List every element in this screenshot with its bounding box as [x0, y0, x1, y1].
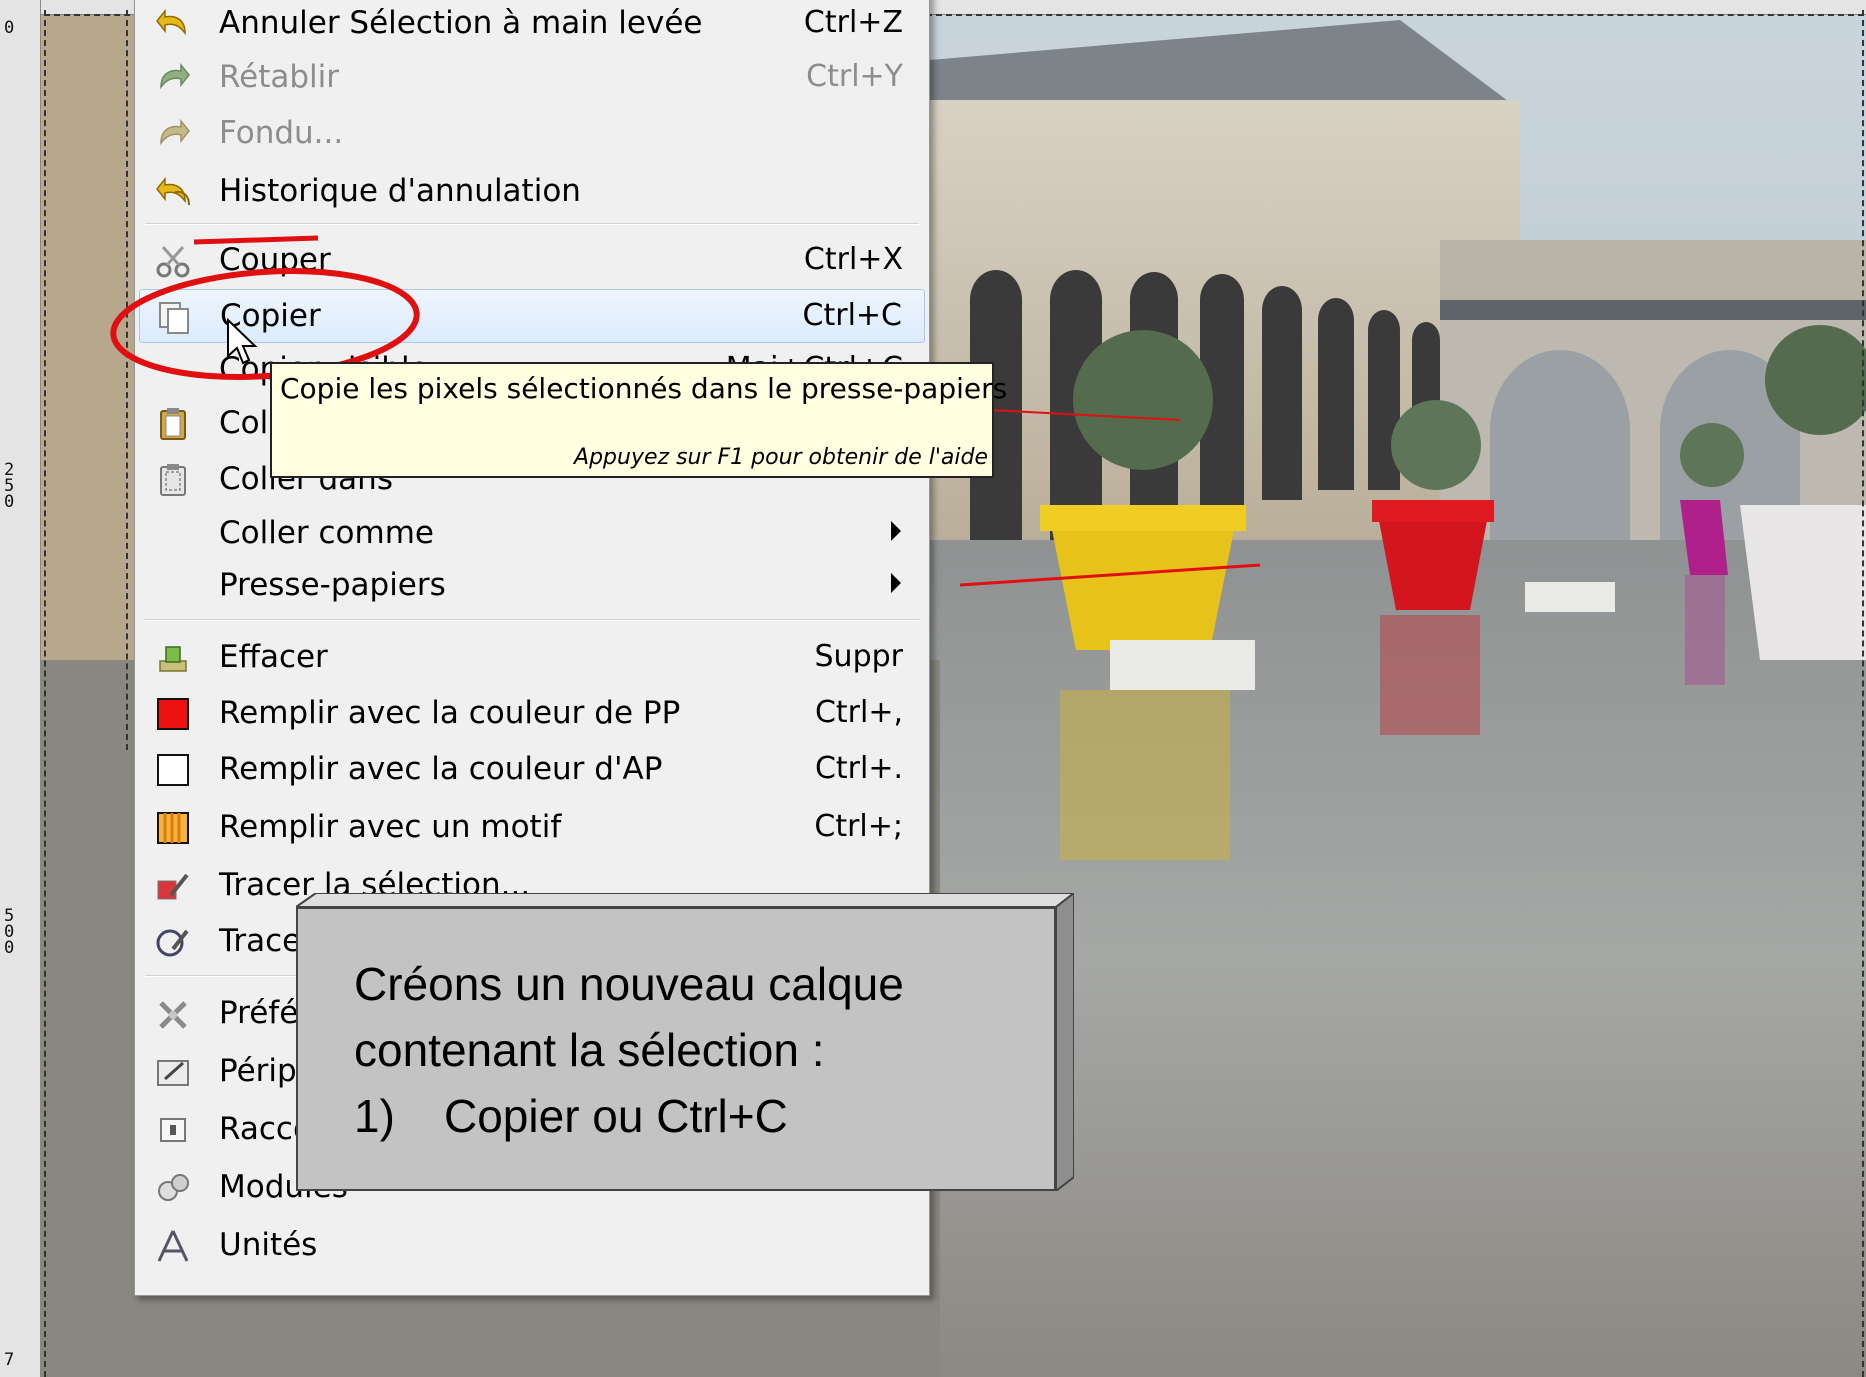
tooltip: Copie les pixels sélectionnés dans le pr… — [270, 362, 1007, 478]
menu-item-label: Unités — [219, 1227, 318, 1263]
ruler-label: 500 — [4, 906, 15, 958]
menu-item-shortcut: Ctrl+. — [814, 751, 903, 786]
callout-step-number: 1) — [354, 1090, 395, 1142]
redo-icon — [160, 62, 190, 90]
menu-item-fill-fg[interactable]: Remplir avec la couleur de PP Ctrl+, — [139, 687, 925, 739]
submenu-arrow-icon — [891, 573, 901, 593]
menu-item-label: Effacer — [219, 639, 328, 675]
callout-box: Créons un nouveau calque contenant la sé… — [296, 907, 1056, 1191]
menu-item-shortcut: Ctrl+C — [802, 298, 902, 333]
menu-item-label: Rétablir — [219, 59, 340, 95]
menu-item-undo-history[interactable]: Historique d'annulation — [139, 165, 925, 217]
keyboard-shortcuts-icon — [160, 1118, 186, 1142]
menu-item-label: Presse-papiers — [219, 567, 446, 603]
tooltip-text: Copie les pixels sélectionnés dans le pr… — [280, 372, 1008, 405]
vertical-ruler[interactable]: 0 250 500 7 — [0, 0, 41, 1377]
clear-icon — [159, 646, 187, 672]
undo-icon — [156, 8, 186, 36]
ruler-label: 0 — [4, 18, 15, 38]
fade-icon — [160, 118, 190, 146]
ruler-label: 7 — [4, 1350, 15, 1370]
stroke-selection-icon — [157, 873, 189, 900]
menu-item-label: Historique d'annulation — [219, 173, 581, 209]
menu-item-paste-as[interactable]: Coller comme — [139, 507, 925, 559]
callout-step-text: Copier ou Ctrl+C — [444, 1090, 788, 1142]
menu-item-redo[interactable]: Rétablir Ctrl+Y — [139, 51, 925, 103]
preferences-icon — [159, 1001, 187, 1029]
menu-item-clipboard[interactable]: Presse-papiers — [139, 559, 925, 611]
callout-line-2: contenant la sélection : — [354, 1024, 825, 1076]
menu-item-fill-bg[interactable]: Remplir avec la couleur d'AP Ctrl+. — [139, 743, 925, 795]
menu-item-fill-pattern[interactable]: Remplir avec un motif Ctrl+; — [139, 801, 925, 853]
menu-item-fade[interactable]: Fondu... — [139, 107, 925, 159]
menu-item-shortcut: Ctrl+X — [803, 242, 903, 277]
menu-item-shortcut: Ctrl+; — [814, 809, 903, 844]
submenu-arrow-icon — [891, 521, 901, 541]
menu-item-label: Annuler Sélection à main levée — [219, 5, 703, 41]
undo-history-icon — [156, 176, 190, 206]
canvas-border — [44, 10, 46, 1377]
callout-line-1: Créons un nouveau calque — [354, 958, 904, 1010]
menu-item-label: Remplir avec la couleur d'AP — [219, 751, 663, 787]
paste-icon — [160, 408, 186, 440]
units-icon — [157, 1230, 189, 1262]
ruler-label: 250 — [4, 460, 15, 512]
menu-separator — [145, 619, 919, 621]
menu-item-label: Remplir avec la couleur de PP — [219, 695, 681, 731]
fg-color-icon — [157, 698, 189, 730]
tutorial-callout: Créons un nouveau calque contenant la sé… — [296, 893, 1074, 1191]
bg-color-icon — [157, 754, 189, 786]
stroke-path-icon — [156, 929, 189, 957]
menu-item-units[interactable]: Unités — [139, 1219, 925, 1271]
paste-into-icon — [160, 464, 186, 496]
mouse-cursor-icon — [227, 318, 258, 365]
menu-item-shortcut: Suppr — [814, 639, 903, 674]
callout-step: 1) Copier ou Ctrl+C — [354, 1083, 904, 1149]
input-devices-icon — [157, 1060, 189, 1086]
menu-item-label: Remplir avec un motif — [219, 809, 562, 845]
menu-item-shortcut: Ctrl+Z — [803, 5, 903, 40]
canvas-border — [1862, 10, 1864, 1377]
pattern-icon — [157, 812, 189, 844]
menu-item-shortcut: Ctrl+, — [814, 695, 903, 730]
menu-item-clear[interactable]: Effacer Suppr — [139, 631, 925, 683]
menu-item-shortcut: Ctrl+Y — [806, 59, 903, 94]
tooltip-help: Appuyez sur F1 pour obtenir de l'aide — [574, 445, 988, 470]
menu-item-label: Fondu... — [219, 115, 344, 151]
modules-icon — [158, 1174, 189, 1201]
menu-item-undo[interactable]: Annuler Sélection à main levée Ctrl+Z — [139, 0, 925, 49]
menu-item-label: Coller comme — [219, 515, 434, 551]
